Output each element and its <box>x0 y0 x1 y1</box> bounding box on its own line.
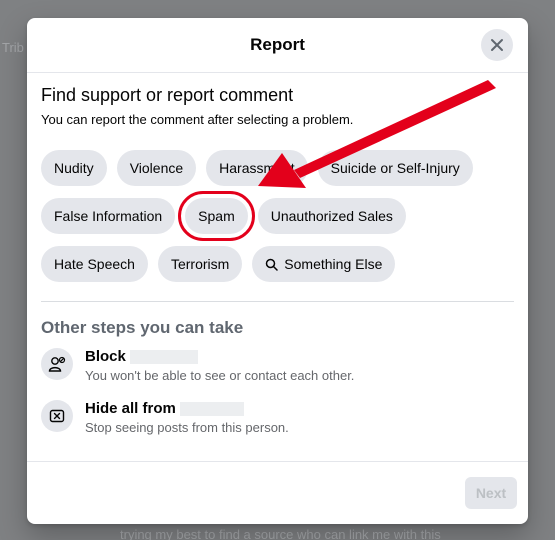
report-subheading: You can report the comment after selecti… <box>41 112 354 127</box>
chip-row: False Information Spam Unauthorized Sale… <box>41 191 521 241</box>
option-something-else[interactable]: Something Else <box>252 246 396 282</box>
chip-label: Hate Speech <box>54 256 135 272</box>
chip-label: Terrorism <box>170 256 230 272</box>
next-button[interactable]: Next <box>465 477 517 509</box>
option-spam[interactable]: Spam <box>178 191 255 241</box>
option-nudity[interactable]: Nudity <box>41 150 107 186</box>
option-hate-speech[interactable]: Hate Speech <box>41 246 148 282</box>
close-button[interactable] <box>481 29 513 61</box>
dialog-footer: Next <box>27 461 528 524</box>
dialog-title: Report <box>250 35 305 54</box>
block-description: You won't be able to see or contact each… <box>85 368 355 383</box>
block-label: Block <box>85 348 126 365</box>
hide-all-option[interactable]: Hide all from Stop seeing posts from thi… <box>41 400 289 435</box>
report-heading: Find support or report comment <box>41 85 294 105</box>
section-divider <box>41 301 514 302</box>
chip-label: Nudity <box>54 160 94 176</box>
option-violence[interactable]: Violence <box>116 150 197 186</box>
chip-label: False Information <box>54 208 163 224</box>
backdrop-text: Trib <box>2 40 24 55</box>
hide-all-description: Stop seeing posts from this person. <box>85 420 289 435</box>
redacted-name <box>179 401 244 416</box>
hide-icon <box>41 400 73 432</box>
chip-label: Spam <box>198 208 235 224</box>
option-unauthorized-sales[interactable]: Unauthorized Sales <box>257 198 406 234</box>
chip-label: Unauthorized Sales <box>270 208 393 224</box>
backdrop-text-bottom: trying my best to find a source who can … <box>120 527 441 540</box>
chip-label: Something Else <box>284 256 383 272</box>
option-suicide-or-self-injury[interactable]: Suicide or Self-Injury <box>317 150 473 186</box>
report-intro: Find support or report comment You can r… <box>41 85 353 127</box>
chip-label: Suicide or Self-Injury <box>330 160 460 176</box>
option-terrorism[interactable]: Terrorism <box>157 246 243 282</box>
close-icon <box>491 39 503 51</box>
chip-row: Nudity Violence Harassment Suicide or Se… <box>41 150 521 186</box>
option-harassment[interactable]: Harassment <box>206 150 308 186</box>
dialog-header: Report <box>27 18 528 73</box>
chip-label: Violence <box>129 160 184 176</box>
hide-all-label: Hide all from <box>85 400 176 417</box>
chip-label: Harassment <box>219 160 295 176</box>
redacted-name <box>129 349 198 364</box>
report-dialog: Report Find support or report comment Yo… <box>27 18 528 524</box>
option-false-information[interactable]: False Information <box>41 198 176 234</box>
problem-options: Nudity Violence Harassment Suicide or Se… <box>41 150 521 294</box>
block-option[interactable]: Block You won't be able to see or contac… <box>41 348 354 383</box>
search-icon <box>266 258 279 271</box>
chip-row: Hate Speech Terrorism Something Else <box>41 246 521 282</box>
block-user-icon <box>41 348 73 380</box>
other-steps-title: Other steps you can take <box>41 318 244 337</box>
